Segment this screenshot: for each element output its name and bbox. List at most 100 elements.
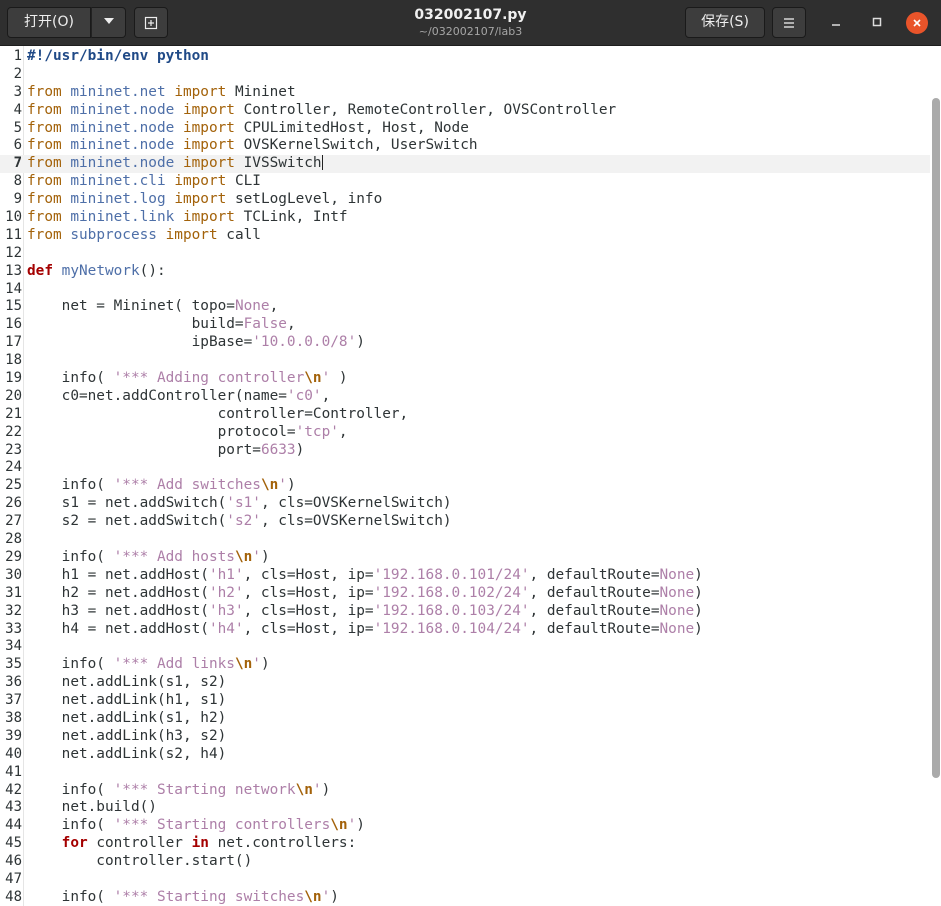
save-button[interactable]: 保存(S) [685,7,765,38]
code-token: '*** Starting switches [113,888,305,905]
code-token: ' [321,370,331,387]
open-menu-button[interactable] [91,7,126,38]
menu-button[interactable] [772,7,806,38]
code-line[interactable]: 2 [0,66,930,84]
code-line[interactable]: 36 net.addLink(s1, s2) [0,674,930,692]
code-line[interactable]: 33 h4 = net.addHost('h4', cls=Host, ip='… [0,621,930,639]
code-line[interactable]: 12 [0,245,930,263]
code-token: import [174,83,227,100]
code-line[interactable]: 5 from mininet.node import CPULimitedHost… [0,120,930,138]
code-token: '*** Starting controllers [113,817,331,834]
code-text: net.addLink(h1, s1) [27,692,227,710]
line-number: 28 [5,531,22,548]
maximize-button[interactable] [866,12,888,34]
code-token: , cls=Host, ip= [243,602,374,619]
code-token: \n [304,370,322,387]
code-line[interactable]: 29 info( '*** Add hosts\n') [0,549,930,567]
code-token: 'h3' [208,602,244,619]
code-lines[interactable]: 1 #!/usr/bin/env python 2 3 from mininet.net… [0,48,930,906]
code-line[interactable]: 8 from mininet.cli import CLI [0,173,930,191]
code-token: from [27,119,62,136]
code-line[interactable]: 45 for controller in net.controllers: [0,835,930,853]
code-token: , [321,387,331,404]
line-number: 17 [5,334,22,351]
code-line[interactable]: 10 from mininet.link import TCLink, Intf [0,209,930,227]
code-line[interactable]: 9 from mininet.log import setLogLevel, in… [0,191,930,209]
code-line[interactable]: 27 s2 = net.addSwitch('s2', cls=OVSKerne… [0,513,930,531]
code-line[interactable]: 41 [0,764,930,782]
code-line[interactable]: 17 ipBase='10.0.0.0/8') [0,334,930,352]
code-line[interactable]: 24 [0,459,930,477]
code-editor[interactable]: 1 #!/usr/bin/env python 2 3 from mininet.net… [0,46,941,906]
code-line[interactable]: 42 info( '*** Starting network\n') [0,782,930,800]
code-token: import [182,209,235,226]
code-line[interactable]: 18 [0,352,930,370]
code-token: ) [356,334,365,351]
code-line[interactable]: 20 c0=net.addController(name='c0', [0,388,930,406]
line-number: 37 [5,692,22,709]
code-line[interactable]: 26 s1 = net.addSwitch('s1', cls=OVSKerne… [0,495,930,513]
code-text: from mininet.node import Controller, Rem… [27,102,616,120]
line-number: 40 [5,745,22,762]
code-line[interactable]: 14 [0,281,930,299]
open-button[interactable]: 打开(O) [7,7,91,38]
code-token: controller=Controller, [27,405,409,422]
code-token: from [27,155,62,172]
code-token: info( [27,781,114,798]
code-line[interactable]: 15 net = Mininet( topo=None, [0,298,930,316]
code-line[interactable]: 13 def myNetwork(): [0,263,930,281]
code-line[interactable]: 46 controller.start() [0,853,930,871]
code-line[interactable]: 7 from mininet.node import IVSSwitch [0,154,930,174]
close-button[interactable] [906,12,928,34]
code-line[interactable]: 16 build=False, [0,316,930,334]
code-token: def [27,262,53,279]
code-token: ) [330,888,339,905]
code-line[interactable]: 44 info( '*** Starting controllers\n') [0,817,930,835]
code-text: from mininet.cli import CLI [27,173,261,191]
code-token: 'h2' [208,584,244,601]
code-line[interactable]: 21 controller=Controller, [0,406,930,424]
minimize-button[interactable] [825,12,847,34]
code-token: '192.168.0.103/24' [373,602,530,619]
code-token: Controller, RemoteController, OVSControl… [234,101,617,118]
code-line[interactable]: 11 from subprocess import call [0,227,930,245]
code-line[interactable]: 22 protocol='tcp', [0,424,930,442]
code-line[interactable]: 4 from mininet.node import Controller, Re… [0,102,930,120]
code-line[interactable]: 37 net.addLink(h1, s1) [0,692,930,710]
code-line[interactable]: 31 h2 = net.addHost('h2', cls=Host, ip='… [0,585,930,603]
code-line[interactable]: 1 #!/usr/bin/env python [0,48,930,66]
code-token: , [338,423,348,440]
new-document-button[interactable] [134,7,168,38]
code-token: None [659,584,695,601]
code-line[interactable]: 23 port=6633) [0,442,930,460]
code-line[interactable]: 38 net.addLink(s1, h2) [0,710,930,728]
code-line[interactable]: 32 h3 = net.addHost('h3', cls=Host, ip='… [0,603,930,621]
code-line[interactable]: 34 [0,638,930,656]
vertical-scrollbar[interactable] [932,98,940,778]
code-line[interactable]: 25 info( '*** Add switches\n') [0,477,930,495]
code-token: ) [694,602,703,619]
code-line[interactable]: 40 net.addLink(s2, h4) [0,746,930,764]
line-number: 10 [5,209,22,226]
code-token: info( [27,477,114,494]
code-line[interactable]: 30 h1 = net.addHost('h1', cls=Host, ip='… [0,567,930,585]
code-line[interactable]: 48 info( '*** Starting switches\n') [0,889,930,906]
code-token: ' [252,656,261,673]
code-text: from mininet.node import OVSKernelSwitch… [27,137,478,155]
code-line[interactable]: 19 info( '*** Adding controller\n' ) [0,370,930,388]
code-line[interactable]: 47 [0,871,930,889]
code-line[interactable]: 3 from mininet.net import Mininet [0,84,930,102]
code-line[interactable]: 6 from mininet.node import OVSKernelSwitc… [0,137,930,155]
code-line[interactable]: 35 info( '*** Add links\n') [0,656,930,674]
code-line[interactable]: 28 [0,531,930,549]
code-line[interactable]: 39 net.addLink(h3, s2) [0,728,930,746]
line-number: 29 [5,548,22,565]
code-token: '192.168.0.102/24' [373,584,530,601]
code-token: '192.168.0.104/24' [373,620,530,637]
line-number: 46 [5,853,22,870]
line-number: 1 [13,48,22,64]
code-token: controller.start() [27,853,253,870]
code-line[interactable]: 43 net.build() [0,799,930,817]
code-text: h3 = net.addHost('h3', cls=Host, ip='192… [27,603,703,621]
